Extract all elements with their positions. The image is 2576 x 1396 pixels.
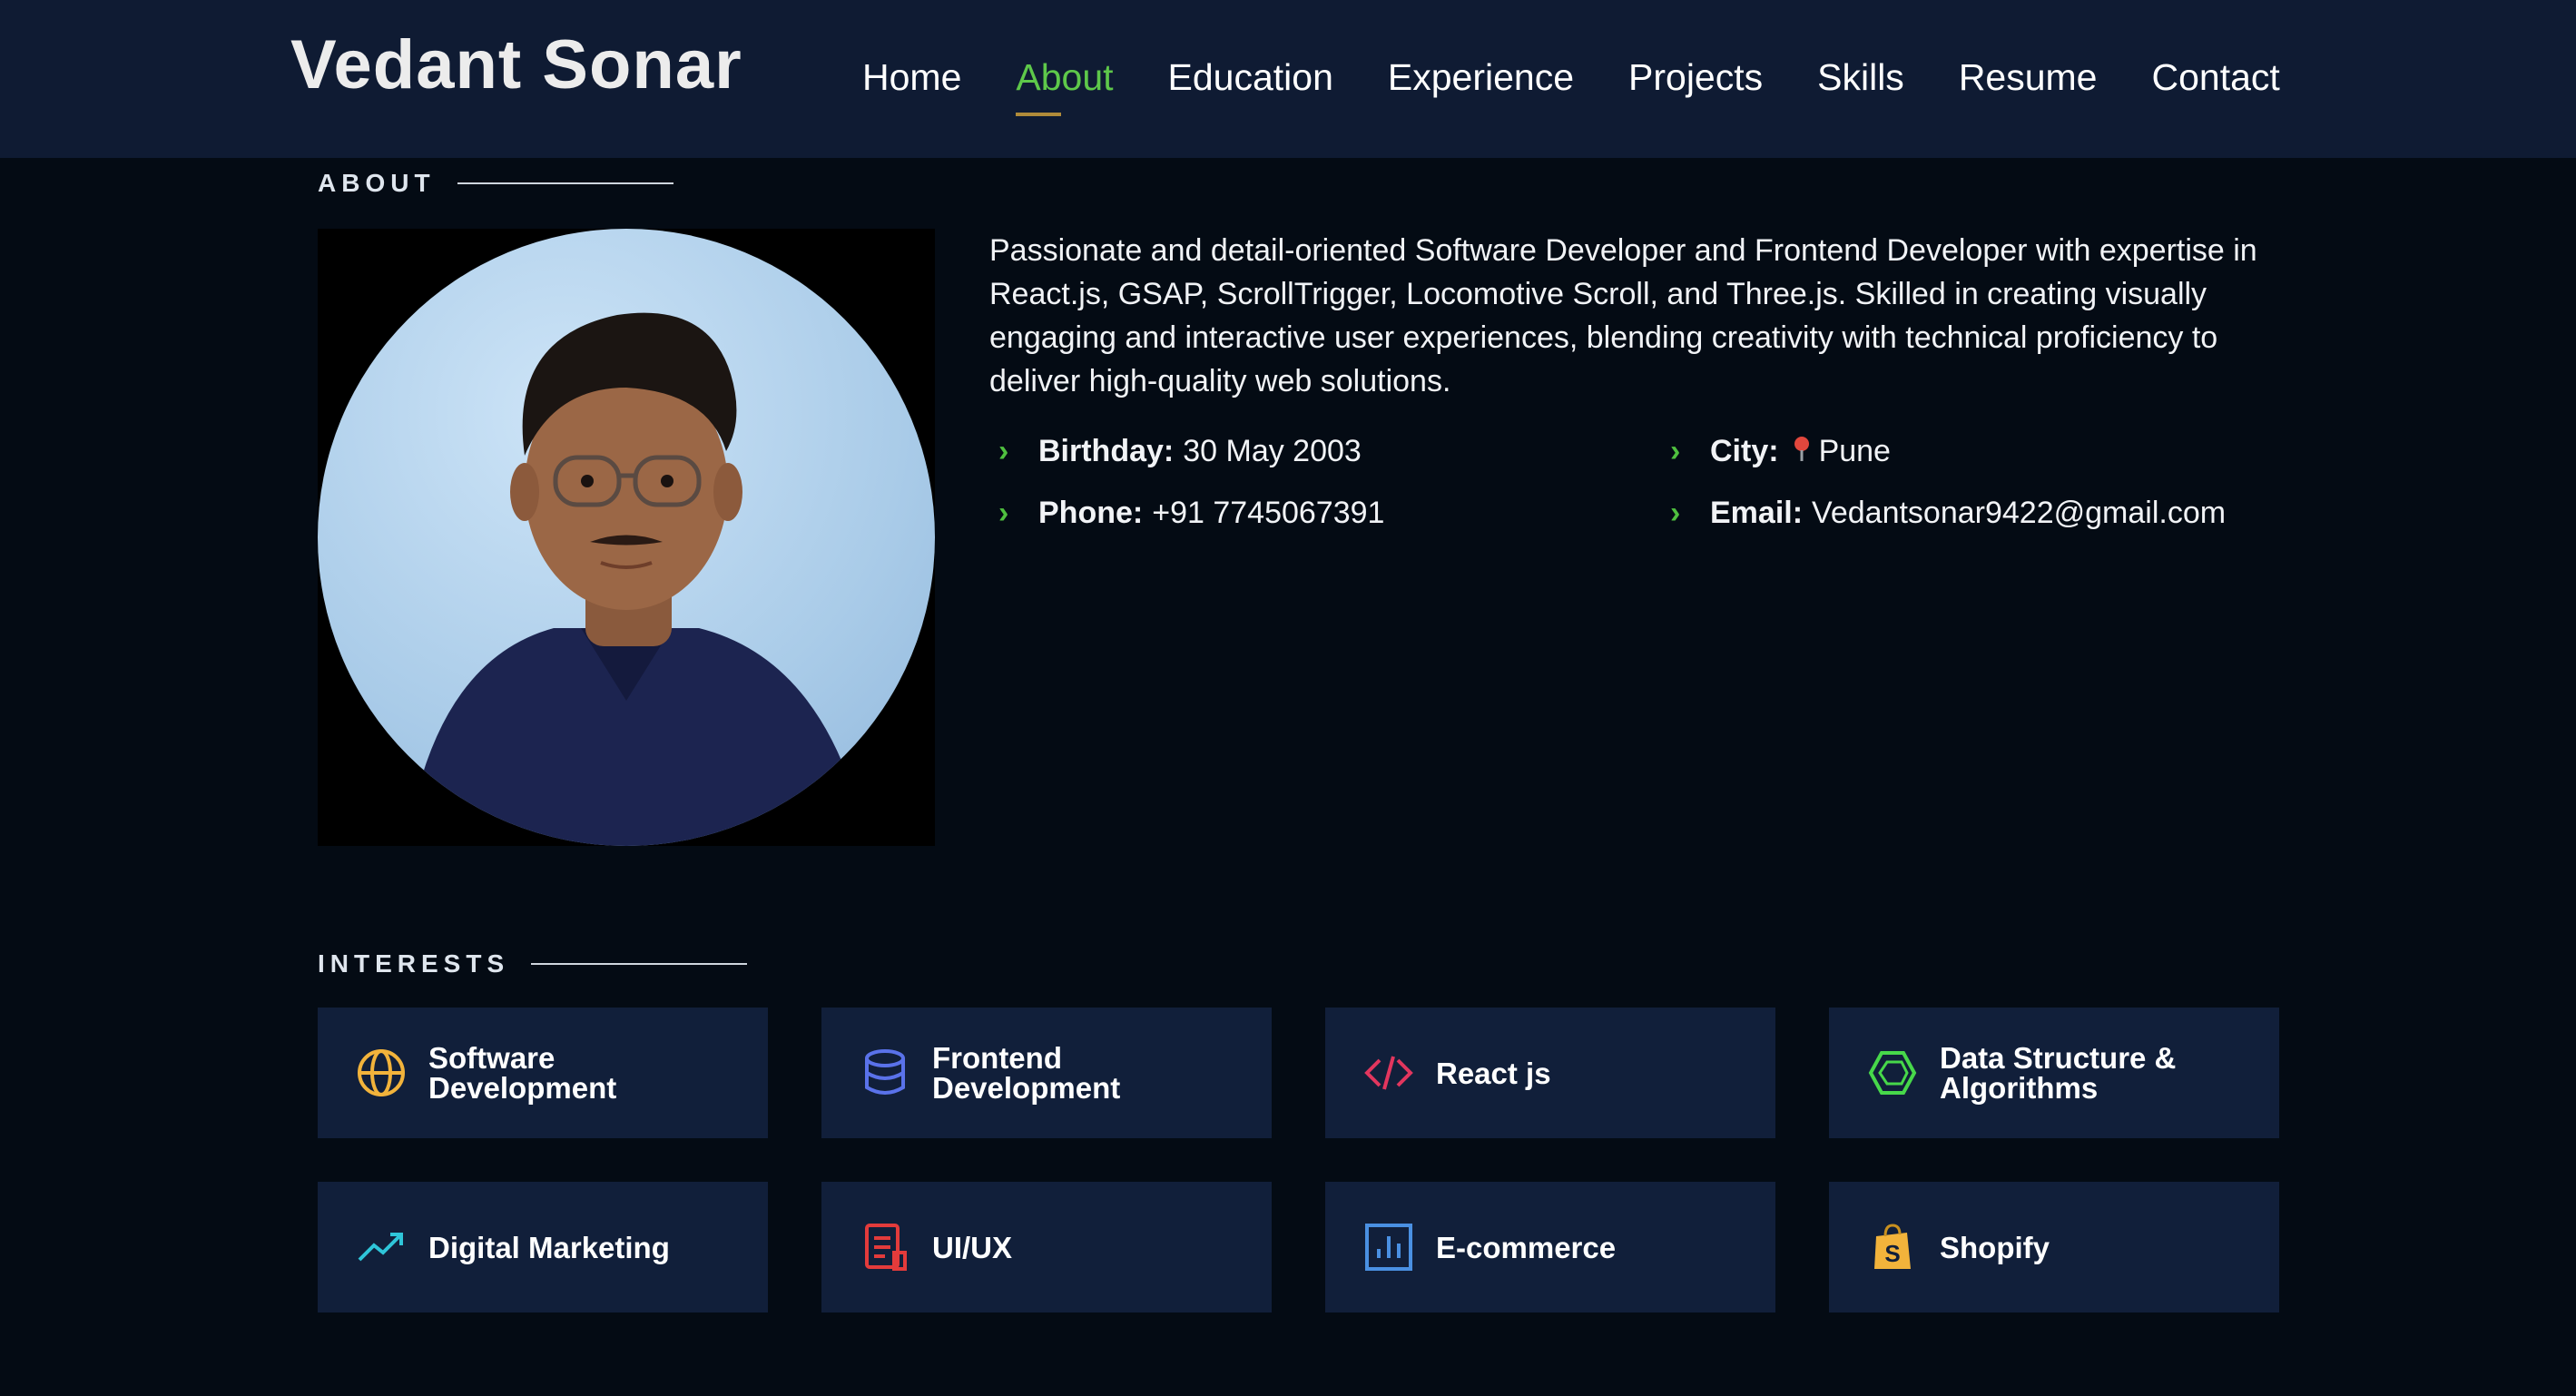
interest-card-frontend-development[interactable]: Frontend Development: [821, 1008, 1272, 1138]
nav-about[interactable]: About: [1016, 56, 1114, 116]
interest-card-software-development[interactable]: Software Development: [318, 1008, 768, 1138]
city-label: City:: [1710, 434, 1779, 468]
interest-label: E-commerce: [1436, 1233, 1763, 1263]
trending-up-icon: [358, 1233, 403, 1262]
nav-resume[interactable]: Resume: [1959, 56, 2098, 99]
site-header: Vedant Sonar Home About Education Experi…: [0, 0, 2576, 158]
birthday-label: Birthday:: [1038, 434, 1175, 468]
about-bio: Passionate and detail-oriented Software …: [989, 233, 2257, 398]
nav-education[interactable]: Education: [1168, 56, 1333, 99]
interest-label: Frontend Development: [932, 1043, 1259, 1103]
title-divider: [457, 182, 673, 184]
info-phone: › Phone: +91 7745067391: [998, 496, 1384, 531]
nav-projects[interactable]: Projects: [1628, 56, 1763, 99]
interest-label-line1: Data Structure &: [1940, 1041, 2177, 1075]
interest-label: Data Structure & Algorithms: [1940, 1043, 2266, 1103]
interest-label-line1: Shopify: [1940, 1230, 2050, 1264]
birthday-value: 30 May 2003: [1183, 434, 1362, 468]
shopify-bag-icon: S: [1874, 1224, 1911, 1269]
email-value[interactable]: Vedantsonar9422@gmail.com: [1812, 496, 2226, 531]
interests-title-text: INTERESTS: [318, 949, 510, 978]
interest-label-line1: E-commerce: [1436, 1230, 1617, 1264]
chevron-right-icon: ›: [1670, 496, 1681, 530]
chevron-right-icon: ›: [998, 434, 1009, 468]
title-divider: [531, 963, 748, 965]
interest-card-data-structures[interactable]: Data Structure & Algorithms: [1829, 1008, 2279, 1138]
nav-experience[interactable]: Experience: [1388, 56, 1574, 99]
email-label: Email:: [1710, 496, 1804, 530]
database-icon: [865, 1049, 905, 1095]
interest-label-line1: Frontend: [932, 1041, 1062, 1075]
interests-section-title: INTERESTS: [318, 949, 748, 978]
nav-skills[interactable]: Skills: [1817, 56, 1904, 99]
main-nav: Home About Education Experience Projects…: [862, 50, 2335, 116]
map-pin-icon: [1792, 435, 1812, 468]
person-portrait-image: [418, 312, 853, 846]
interest-card-e-commerce[interactable]: E-commerce: [1325, 1182, 1775, 1312]
interest-card-ui-ux[interactable]: UI/UX: [821, 1182, 1272, 1312]
interest-label: Software Development: [428, 1043, 755, 1103]
interest-label-line1: React js: [1436, 1056, 1551, 1090]
profile-photo-circle: [318, 229, 935, 846]
interest-label-line2: Algorithms: [1940, 1071, 2099, 1105]
interest-label-line1: Software: [428, 1041, 556, 1075]
city-value: Pune: [1818, 434, 1891, 468]
hexagon-icon: [1868, 1051, 1917, 1095]
nav-contact[interactable]: Contact: [2151, 56, 2279, 99]
info-birthday: › Birthday: 30 May 2003: [998, 434, 1362, 469]
globe-icon: [358, 1049, 405, 1096]
interest-card-shopify[interactable]: S Shopify: [1829, 1182, 2279, 1312]
interest-card-react-js[interactable]: React js: [1325, 1008, 1775, 1138]
site-logo-text[interactable]: Vedant Sonar: [290, 25, 742, 104]
interest-label-line2: Development: [932, 1071, 1121, 1105]
info-city: › City: Pune: [1670, 434, 1891, 469]
interest-label: React js: [1436, 1058, 1763, 1088]
about-title-text: ABOUT: [318, 169, 436, 197]
phone-label: Phone:: [1038, 496, 1144, 530]
bar-chart-icon: [1365, 1224, 1412, 1271]
interest-label: UI/UX: [932, 1233, 1259, 1263]
code-icon: [1364, 1056, 1413, 1090]
document-icon: [865, 1224, 907, 1271]
phone-value[interactable]: +91 7745067391: [1152, 496, 1384, 531]
interest-label: Shopify: [1940, 1233, 2266, 1263]
chevron-right-icon: ›: [998, 496, 1009, 530]
interest-label-line2: Development: [428, 1071, 617, 1105]
nav-home[interactable]: Home: [862, 56, 961, 99]
profile-photo: [318, 229, 935, 846]
svg-text:S: S: [1884, 1240, 1900, 1267]
interest-label-line1: Digital Marketing: [428, 1230, 670, 1264]
about-section-title: ABOUT: [318, 169, 673, 198]
interest-label: Digital Marketing: [428, 1233, 755, 1263]
chevron-right-icon: ›: [1670, 434, 1681, 468]
interest-label-line1: UI/UX: [932, 1230, 1013, 1264]
interest-card-digital-marketing[interactable]: Digital Marketing: [318, 1182, 768, 1312]
info-email: › Email: Vedantsonar9422@gmail.com: [1670, 496, 2226, 531]
